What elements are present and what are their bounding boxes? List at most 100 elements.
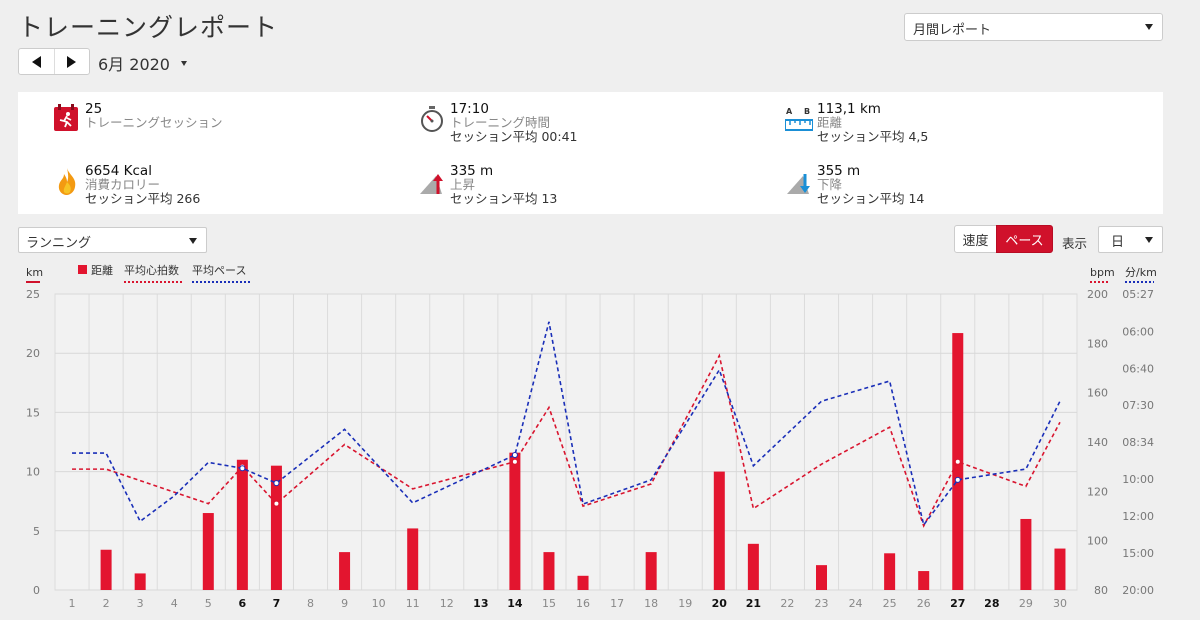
- x-tick-label: 1: [69, 597, 76, 610]
- stat-distance-value: 113,1 km: [817, 101, 881, 117]
- legend-heart-rate: 平均心拍数: [124, 263, 179, 277]
- stat-sessions-label: トレーニングセッション: [85, 115, 223, 130]
- distance-bar: [339, 552, 351, 590]
- stat-calories-value: 6654 Kcal: [85, 163, 152, 179]
- stat-sessions: 25 トレーニングセッション: [53, 102, 383, 152]
- pace-tick-label: 06:00: [1122, 325, 1154, 338]
- distance-bar: [577, 575, 589, 590]
- arrow-left-icon: [31, 55, 41, 68]
- arrow-right-icon: [67, 55, 77, 68]
- x-tick-label: 12: [440, 597, 454, 610]
- x-tick-label: 26: [917, 597, 931, 610]
- stat-calories: 6654 Kcal 消費カロリー セッション平均 266: [53, 164, 383, 214]
- stat-calories-average: セッション平均 266: [85, 191, 201, 206]
- next-period-button[interactable]: [53, 49, 90, 74]
- x-tick-label: 20: [712, 597, 728, 610]
- x-tick-label: 13: [473, 597, 488, 610]
- stat-time-label: トレーニング時間: [450, 115, 551, 130]
- period-caret-icon[interactable]: [181, 61, 187, 66]
- prev-period-button[interactable]: [19, 49, 54, 74]
- stat-calories-label: 消費カロリー: [85, 177, 161, 192]
- x-tick-label: 28: [984, 597, 999, 610]
- bpm-axis-unit: bpm: [1090, 266, 1115, 279]
- pace-point: [273, 480, 280, 487]
- km-tick-label: 5: [33, 525, 40, 538]
- pace-tick-label: 12:00: [1122, 510, 1154, 523]
- stat-sessions-value: 25: [85, 101, 103, 117]
- distance-bar: [407, 528, 419, 590]
- pace-tick-label: 10:00: [1122, 473, 1154, 486]
- x-tick-label: 17: [610, 597, 624, 610]
- legend-distance-swatch: [78, 265, 87, 274]
- x-tick-label: 5: [205, 597, 212, 610]
- x-tick-label: 10: [372, 597, 386, 610]
- distance-bar: [713, 471, 725, 590]
- report-type-dropdown[interactable]: 月間レポート: [904, 13, 1163, 41]
- stats-panel: 25 トレーニングセッション 17:10 トレーニング時間 セッション平均 00…: [18, 92, 1163, 214]
- x-tick-label: 23: [815, 597, 829, 610]
- bpm-tick-label: 140: [1087, 436, 1108, 449]
- pace-tick-label: 07:30: [1122, 399, 1154, 412]
- x-tick-label: 9: [341, 597, 348, 610]
- x-tick-label: 22: [780, 597, 794, 610]
- distance-bar: [747, 543, 759, 590]
- distance-bar: [1020, 518, 1032, 590]
- pace-point: [239, 465, 246, 472]
- stat-ascent: 335 m 上昇 セッション平均 13: [418, 164, 748, 214]
- svg-text:B: B: [804, 107, 810, 116]
- distance-bar: [100, 549, 112, 590]
- stat-ascent-value: 335 m: [450, 163, 494, 179]
- ascent-icon: [420, 174, 443, 194]
- km-tick-label: 25: [26, 288, 40, 301]
- distance-bar: [1054, 548, 1066, 590]
- distance-bar: [645, 552, 657, 590]
- stat-descent-average: セッション平均 14: [817, 191, 925, 206]
- distance-bar: [918, 571, 930, 590]
- distance-bar: [509, 452, 521, 590]
- x-tick-label: 19: [678, 597, 692, 610]
- period-nav: [18, 48, 90, 75]
- km-tick-label: 20: [26, 347, 40, 360]
- x-tick-label: 15: [542, 597, 556, 610]
- stat-ascent-label: 上昇: [450, 177, 476, 192]
- x-tick-label: 6: [239, 597, 247, 610]
- bpm-tick-label: 160: [1087, 387, 1108, 400]
- ruler-icon: A B: [785, 107, 813, 131]
- heart-rate-point: [954, 458, 961, 465]
- distance-bar: [134, 573, 146, 590]
- x-tick-label: 18: [644, 597, 658, 610]
- sport-label: ランニング: [26, 236, 92, 251]
- pace-tick-label: 06:40: [1122, 362, 1154, 375]
- view-label: 日: [1111, 235, 1125, 250]
- speed-toggle[interactable]: 速度: [954, 225, 997, 253]
- stat-ascent-average: セッション平均 13: [450, 191, 558, 206]
- chevron-down-icon: [1145, 24, 1153, 30]
- km-tick-label: 0: [33, 584, 40, 597]
- x-tick-label: 8: [307, 597, 314, 610]
- display-label: 表示: [1062, 236, 1088, 251]
- flame-icon: [58, 168, 76, 195]
- x-tick-label: 25: [883, 597, 897, 610]
- distance-bar: [202, 513, 214, 590]
- stat-time: 17:10 トレーニング時間 セッション平均 00:41: [418, 102, 748, 152]
- km-axis-unit: km: [26, 266, 43, 279]
- descent-icon: [787, 174, 810, 194]
- pace-toggle[interactable]: ペース: [996, 225, 1053, 253]
- pace-point: [954, 476, 961, 483]
- x-tick-label: 27: [950, 597, 965, 610]
- pace-tick-label: 20:00: [1122, 584, 1154, 597]
- pace-axis-unit: 分/km: [1125, 266, 1157, 279]
- x-tick-label: 29: [1019, 597, 1033, 610]
- x-tick-label: 14: [507, 597, 523, 610]
- stat-descent: 355 m 下降 セッション平均 14: [785, 164, 1115, 214]
- bpm-tick-label: 100: [1087, 535, 1108, 548]
- svg-text:A: A: [786, 107, 793, 116]
- view-dropdown[interactable]: 日: [1098, 226, 1163, 253]
- distance-bar: [884, 553, 896, 590]
- period-selector[interactable]: 6月 2020: [98, 51, 170, 75]
- legend-distance: 距離: [91, 263, 113, 277]
- x-tick-label: 16: [576, 597, 590, 610]
- sport-dropdown[interactable]: ランニング: [18, 227, 207, 253]
- stat-descent-label: 下降: [817, 177, 843, 192]
- distance-bar: [816, 565, 827, 590]
